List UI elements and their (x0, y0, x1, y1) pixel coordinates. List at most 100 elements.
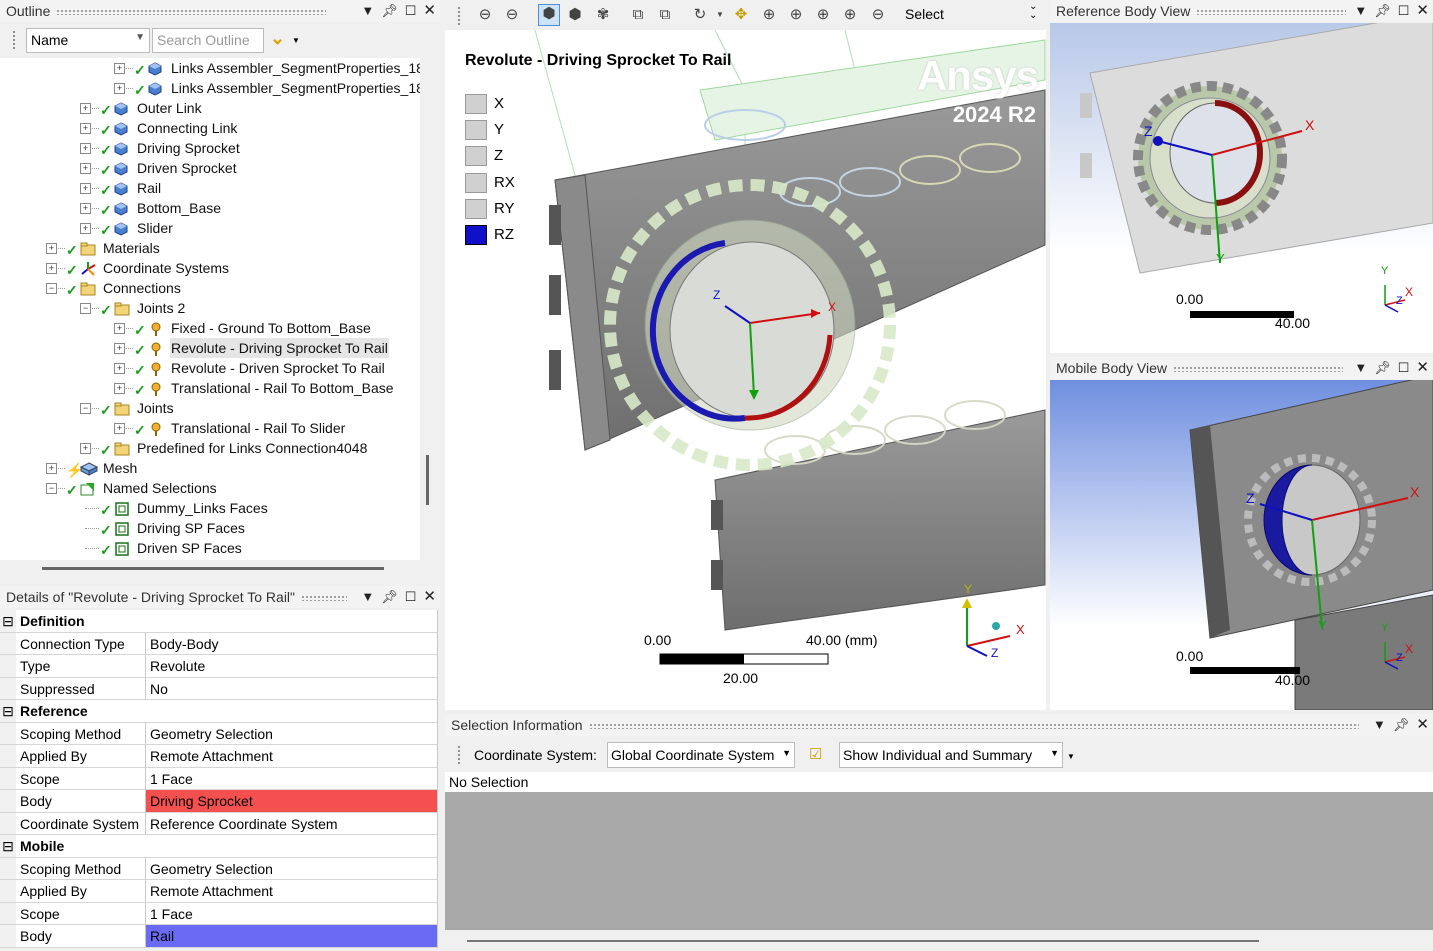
tree-item[interactable]: + ✓ Driving Sprocket (0, 138, 420, 158)
dropdown-arrow-icon[interactable]: ▼ (1354, 357, 1367, 379)
details-group-header[interactable]: ⊟ Mobile (0, 835, 438, 858)
tree-item[interactable]: − ✓ Joints (0, 398, 420, 418)
tree-item[interactable]: − ✓ Named Selections (0, 478, 420, 498)
expand-icon[interactable]: + (114, 363, 125, 374)
expand-icon[interactable]: + (80, 143, 91, 154)
dropdown-arrow-icon[interactable]: ▼ (361, 586, 374, 608)
coordinate-system-dropdown[interactable]: Global Coordinate System ▼ (607, 742, 795, 768)
tree-item[interactable]: + ✓ Translational - Rail To Slider (0, 418, 420, 438)
details-value[interactable]: 1 Face (146, 902, 438, 925)
maximize-icon[interactable]: ☐ (1398, 357, 1410, 379)
details-value[interactable]: Body-Body (146, 632, 438, 655)
collapse-icon[interactable]: − (46, 283, 57, 294)
toolbar-overflow-icon[interactable]: ⌄ ⌄ (1029, 2, 1037, 21)
tree-item[interactable]: + ✓ Rail (0, 178, 420, 198)
search-outline-input[interactable]: Search Outline (152, 28, 264, 53)
export-icon[interactable]: ☑ (809, 745, 822, 763)
expand-icon[interactable]: + (80, 203, 91, 214)
expand-icon[interactable]: + (114, 343, 125, 354)
tree-item[interactable]: + ✓ Revolute - Driving Sprocket To Rail (0, 338, 420, 358)
details-row[interactable]: Coordinate System Reference Coordinate Sy… (0, 812, 438, 835)
tree-item[interactable]: + ✓ Bottom_Base (0, 198, 420, 218)
details-value[interactable]: 1 Face (146, 767, 438, 790)
zoom-out-icon[interactable]: ⊖ (869, 6, 887, 24)
details-value[interactable]: Remote Attachment (146, 745, 438, 768)
collapse-icon[interactable]: ⊟ (0, 835, 16, 858)
magnifier-icon[interactable]: ⊕ (841, 6, 859, 24)
collapse-icon[interactable]: ⊟ (0, 700, 16, 723)
tree-item[interactable]: + ✓ Translational - Rail To Bottom_Base (0, 378, 420, 398)
display-style-icon[interactable]: ✾ (594, 6, 612, 24)
collapse-icon[interactable]: ⊟ (0, 610, 16, 633)
close-icon[interactable]: ✕ (1416, 357, 1429, 379)
body-select-icon[interactable]: ⧉ (629, 6, 647, 24)
dropdown-arrow-icon[interactable]: ▼ (1373, 714, 1386, 736)
details-value[interactable]: Geometry Selection (146, 857, 438, 880)
details-row[interactable]: Body Rail (0, 925, 438, 948)
expand-icon[interactable]: + (46, 463, 57, 474)
expand-icon[interactable]: + (114, 423, 125, 434)
tree-item[interactable]: − ✓ Joints 2 (0, 298, 420, 318)
expand-icon[interactable]: + (114, 383, 125, 394)
details-value[interactable]: Remote Attachment (146, 880, 438, 903)
tree-item[interactable]: ✓ Driven SP Faces (0, 538, 420, 558)
select-mode-label[interactable]: Select (905, 6, 944, 22)
tree-item[interactable]: + ✓ Fixed - Ground To Bottom_Base (0, 318, 420, 338)
tree-item[interactable]: + ✓ Connecting Link (0, 118, 420, 138)
name-dropdown[interactable]: Name ▼ (26, 28, 150, 53)
reference-body-viewport[interactable]: X Z Y 0.00 40.00 X Y Z (1050, 23, 1433, 353)
tree-item[interactable]: + ✓ Outer Link (0, 98, 420, 118)
zoom-previous-icon[interactable]: ⊖ (476, 6, 494, 24)
maximize-icon[interactable]: ☐ (405, 0, 417, 22)
details-value[interactable]: Rail (146, 925, 438, 948)
close-icon[interactable]: ✕ (423, 0, 436, 22)
expand-icon[interactable]: + (80, 103, 91, 114)
tree-item[interactable]: + ✓ Links Assembler_SegmentProperties_187_ (0, 58, 420, 78)
details-row[interactable]: Scoping Method Geometry Selection (0, 722, 438, 745)
tree-item[interactable]: + ⚡ Mesh (0, 458, 420, 478)
shaded-view-icon[interactable]: ⬢ (566, 6, 584, 24)
pin-icon[interactable]: 📌︎ (1374, 357, 1391, 379)
details-value[interactable]: Revolute (146, 655, 438, 678)
details-value[interactable]: Geometry Selection (146, 722, 438, 745)
expand-icon[interactable]: + (46, 263, 57, 274)
details-row[interactable]: Scope 1 Face (0, 767, 438, 790)
collapse-icon[interactable]: − (80, 303, 91, 314)
close-icon[interactable]: ✕ (1416, 0, 1429, 22)
tree-item[interactable]: + ✓ Driven Sprocket (0, 158, 420, 178)
expand-icon[interactable]: + (80, 443, 91, 454)
details-value[interactable]: Driving Sprocket (146, 790, 438, 813)
pin-icon[interactable]: 📌︎ (381, 586, 398, 608)
collapse-icon[interactable]: − (80, 403, 91, 414)
overflow-dropdown-icon[interactable]: ▼ (1067, 752, 1075, 761)
face-select-icon[interactable]: ⧉ (656, 6, 674, 24)
pan-icon[interactable]: ✥ (732, 6, 750, 24)
pin-icon[interactable]: 📌︎ (381, 0, 398, 22)
maximize-icon[interactable]: ☐ (405, 586, 417, 608)
details-group-header[interactable]: ⊟ Reference (0, 700, 438, 723)
expand-icon[interactable]: + (46, 243, 57, 254)
show-mode-dropdown[interactable]: Show Individual and Summary ▼ (839, 742, 1063, 768)
outline-scrollbar[interactable] (426, 455, 429, 505)
expand-icon[interactable]: + (80, 223, 91, 234)
collapse-icon[interactable]: − (46, 483, 57, 494)
expand-icon[interactable]: + (114, 83, 125, 94)
tree-item[interactable]: + ✓ Links Assembler_SegmentProperties_188_ (0, 78, 420, 98)
tree-item[interactable]: + ✓ Revolute - Driven Sprocket To Rail (0, 358, 420, 378)
tree-item[interactable]: + ✓ Slider (0, 218, 420, 238)
small-dropdown-icon[interactable]: ▼ (292, 36, 300, 45)
details-row[interactable]: Body Driving Sprocket (0, 790, 438, 813)
dropdown-arrow-icon[interactable]: ▼ (1354, 0, 1367, 22)
close-icon[interactable]: ✕ (1416, 714, 1429, 736)
expand-icon[interactable]: + (114, 63, 125, 74)
details-row[interactable]: Scoping Method Geometry Selection (0, 857, 438, 880)
tree-item[interactable]: + ✓ Materials (0, 238, 420, 258)
maximize-icon[interactable]: ☐ (1398, 0, 1410, 22)
zoom-fit-icon[interactable]: ⊕ (814, 6, 832, 24)
pin-icon[interactable]: 📌︎ (1374, 0, 1391, 22)
details-row[interactable]: Suppressed No (0, 677, 438, 700)
tree-item[interactable]: ✓ Dummy_Links Faces (0, 498, 420, 518)
outline-hscrollbar[interactable] (42, 567, 384, 570)
close-icon[interactable]: ✕ (423, 586, 436, 608)
details-value[interactable]: No (146, 677, 438, 700)
